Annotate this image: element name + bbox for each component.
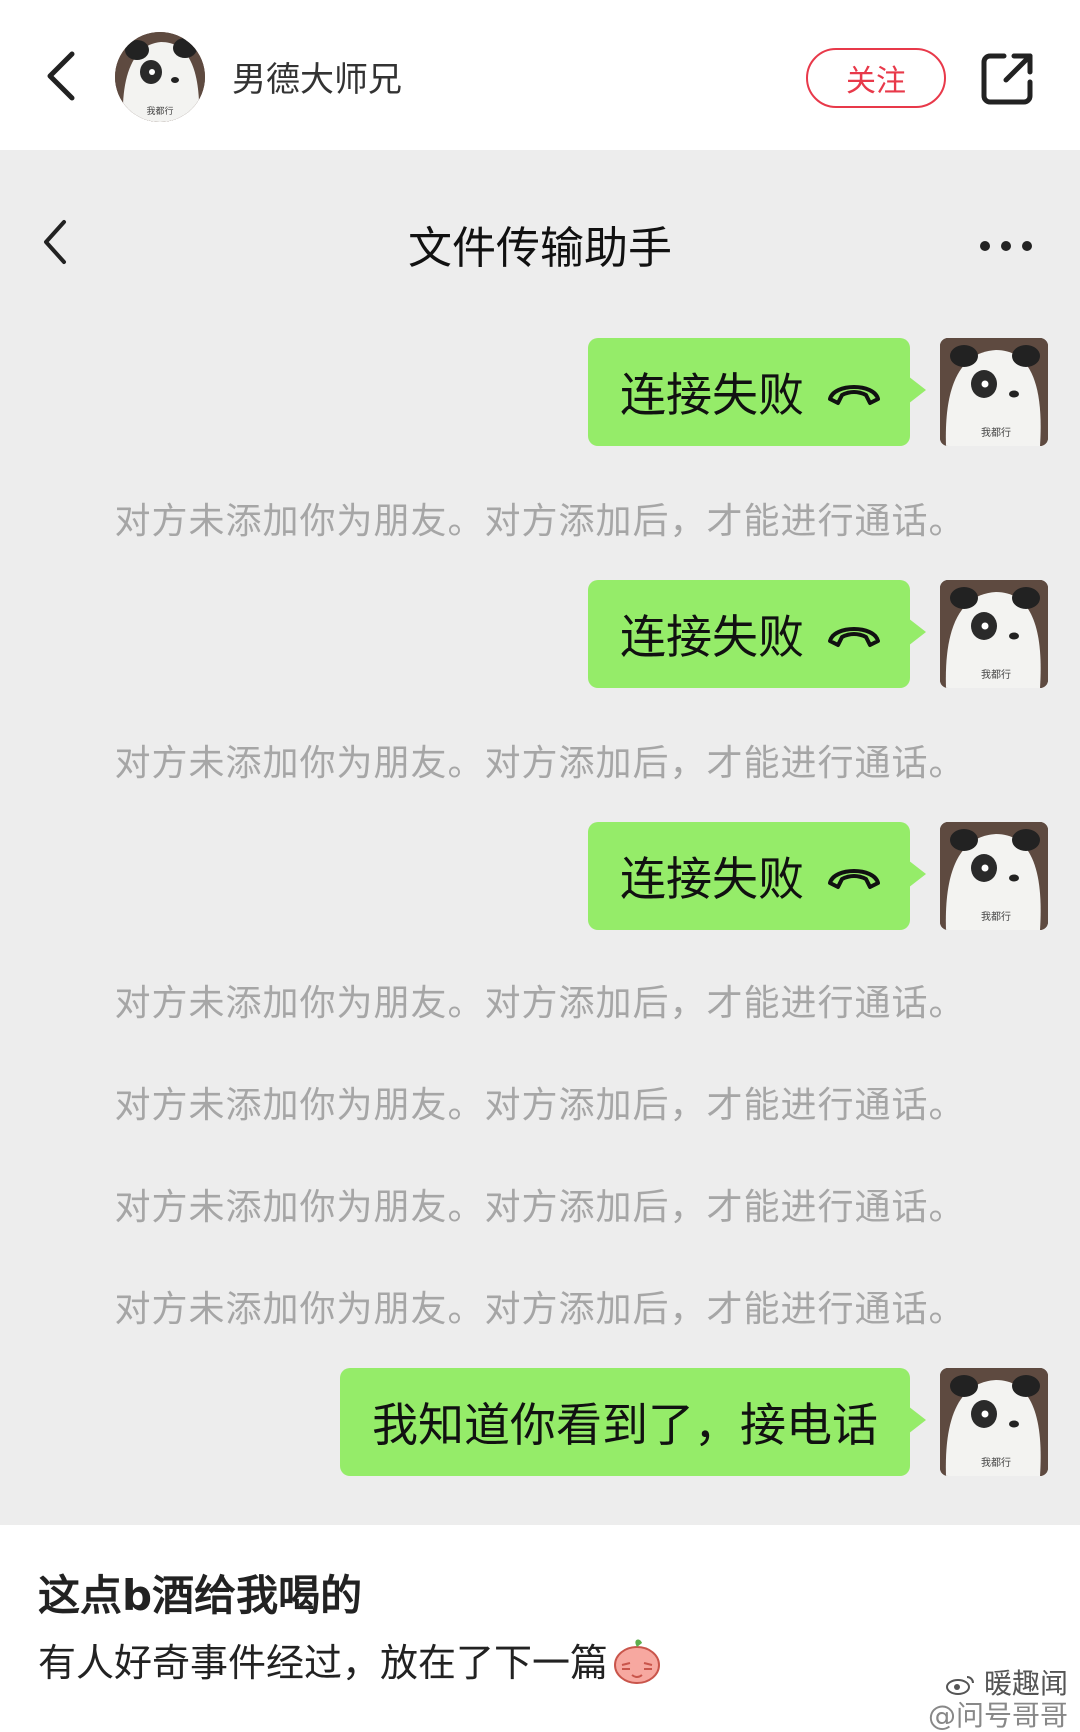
text-message-bubble: 我知道你看到了，接电话 [340, 1368, 926, 1476]
post-body-text: 有人好奇事件经过，放在了下一篇 [38, 1641, 609, 1685]
watermark-brand: 暖趣闻 [928, 1668, 1068, 1700]
phone-hangup-icon [828, 385, 880, 405]
share-button[interactable] [980, 50, 1036, 106]
post-title: 这点b酒给我喝的 [38, 1571, 363, 1620]
message-text: 连接失败 [620, 610, 804, 664]
call-failed-bubble: 连接失败 [588, 822, 926, 930]
peach-emoji-icon [614, 1639, 661, 1684]
call-failed-bubble: 连接失败 [588, 338, 926, 446]
svg-text:我都行: 我都行 [981, 910, 1011, 923]
author-name[interactable]: 男德大师兄 [232, 52, 402, 101]
chat-title: 文件传输助手 [408, 223, 672, 274]
back-button[interactable] [36, 44, 88, 108]
sender-avatar: 我都行 [940, 1368, 1048, 1476]
watermark-handle: @问号哥哥 [927, 1699, 1068, 1732]
system-message: 对方未添加你为朋友。对方添加后，才能进行通话。 [114, 501, 966, 542]
system-message: 对方未添加你为朋友。对方添加后，才能进行通话。 [114, 983, 966, 1024]
top-bar: 我都行 男德大师兄 关注 [0, 0, 1080, 151]
more-icon [980, 241, 1032, 251]
phone-hangup-icon [828, 627, 880, 647]
system-message: 对方未添加你为朋友。对方添加后，才能进行通话。 [114, 1085, 966, 1126]
author-avatar[interactable]: 我都行 [115, 32, 205, 122]
message-text: 连接失败 [620, 852, 804, 906]
watermark-brand-text: 暖趣闻 [983, 1667, 1068, 1700]
system-message: 对方未添加你为朋友。对方添加后，才能进行通话。 [114, 743, 966, 784]
svg-text:我都行: 我都行 [981, 1456, 1011, 1469]
phone-hangup-icon [828, 869, 880, 889]
more-button [978, 238, 1034, 252]
call-failed-bubble: 连接失败 [588, 580, 926, 688]
system-message: 对方未添加你为朋友。对方添加后，才能进行通话。 [114, 1289, 966, 1330]
message-text: 我知道你看到了，接电话 [372, 1398, 878, 1452]
follow-button[interactable]: 关注 [806, 48, 946, 108]
message-text: 连接失败 [620, 368, 804, 422]
system-message: 对方未添加你为朋友。对方添加后，才能进行通话。 [114, 1187, 966, 1228]
chat-screenshot: 文件传输助手 连接失败 我都行 对方未添加你为朋友。对方添加后，才能进行通话。 … [0, 150, 1080, 1525]
watermark: 暖趣闻 @问号哥哥 [928, 1668, 1068, 1732]
svg-text:我都行: 我都行 [981, 426, 1011, 439]
sender-avatar: 我都行 [940, 580, 1048, 688]
share-icon [981, 53, 1033, 105]
sender-avatar: 我都行 [940, 338, 1048, 446]
chevron-left-icon [47, 51, 75, 101]
sender-avatar: 我都行 [940, 822, 1048, 930]
svg-text:我都行: 我都行 [146, 105, 173, 117]
post-body: 有人好奇事件经过，放在了下一篇 [38, 1632, 664, 1687]
svg-text:我都行: 我都行 [981, 668, 1011, 681]
weibo-icon [946, 1676, 975, 1695]
